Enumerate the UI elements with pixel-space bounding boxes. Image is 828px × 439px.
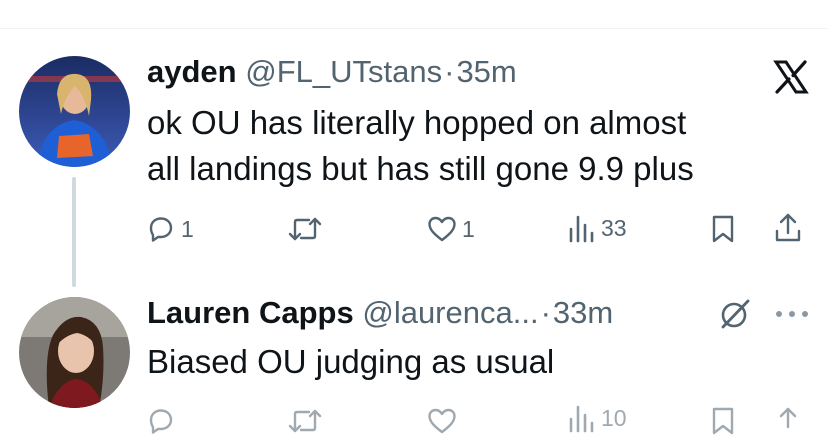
views-count: 10 bbox=[601, 405, 627, 431]
like-button[interactable]: 1 bbox=[426, 213, 475, 245]
like-count: 1 bbox=[462, 216, 475, 242]
grok-icon[interactable] bbox=[717, 296, 753, 332]
thread-line bbox=[72, 177, 76, 287]
views-count: 33 bbox=[601, 215, 627, 241]
more-icon[interactable] bbox=[770, 299, 814, 329]
tweet-text: ok OU has literally hopped on almost all… bbox=[147, 100, 694, 192]
views-icon bbox=[569, 215, 594, 243]
separator-dot: · bbox=[540, 295, 551, 330]
bookmark-icon bbox=[712, 407, 734, 435]
bookmark-icon bbox=[712, 215, 734, 243]
share-icon bbox=[775, 213, 801, 242]
bookmark-button[interactable] bbox=[708, 213, 738, 245]
x-logo-icon[interactable] bbox=[772, 58, 810, 96]
share-button[interactable] bbox=[772, 405, 804, 439]
heart-icon bbox=[428, 408, 456, 434]
share-icon bbox=[779, 407, 797, 429]
author-name[interactable]: Lauren Capps bbox=[147, 295, 354, 330]
reply-icon bbox=[149, 409, 173, 434]
like-button[interactable] bbox=[426, 405, 458, 437]
heart-icon bbox=[428, 216, 456, 242]
retweet-icon bbox=[288, 409, 322, 433]
separator-dot: · bbox=[444, 54, 455, 89]
retweet-button[interactable] bbox=[287, 213, 323, 245]
tweet-text-line: all landings but has still gone 9.9 plus bbox=[147, 150, 694, 187]
reply-button[interactable] bbox=[145, 405, 177, 437]
retweet-icon bbox=[288, 217, 322, 241]
timestamp[interactable]: 33m bbox=[553, 295, 613, 330]
top-divider bbox=[0, 28, 828, 29]
author-name[interactable]: ayden bbox=[147, 54, 237, 89]
timestamp[interactable]: 35m bbox=[456, 54, 516, 89]
tweet-text-line: ok OU has literally hopped on almost bbox=[147, 104, 687, 141]
reply-count: 1 bbox=[181, 216, 194, 242]
tweet-text: Biased OU judging as usual bbox=[147, 343, 555, 380]
tweet-header: ayden @FL_UTstans·35m bbox=[147, 53, 517, 91]
tweet-header: Lauren Capps @laurenca...·33m bbox=[147, 294, 613, 332]
avatar[interactable] bbox=[19, 56, 130, 167]
reply-icon bbox=[149, 217, 173, 242]
retweet-button[interactable] bbox=[287, 405, 323, 437]
bookmark-button[interactable] bbox=[708, 405, 738, 437]
avatar[interactable] bbox=[19, 297, 130, 408]
views-button[interactable]: 33 bbox=[567, 213, 627, 243]
share-button[interactable] bbox=[772, 211, 804, 245]
author-handle[interactable]: @laurenca... bbox=[362, 295, 538, 330]
reply-button[interactable]: 1 bbox=[145, 213, 194, 245]
author-handle[interactable]: @FL_UTstans bbox=[245, 54, 442, 89]
